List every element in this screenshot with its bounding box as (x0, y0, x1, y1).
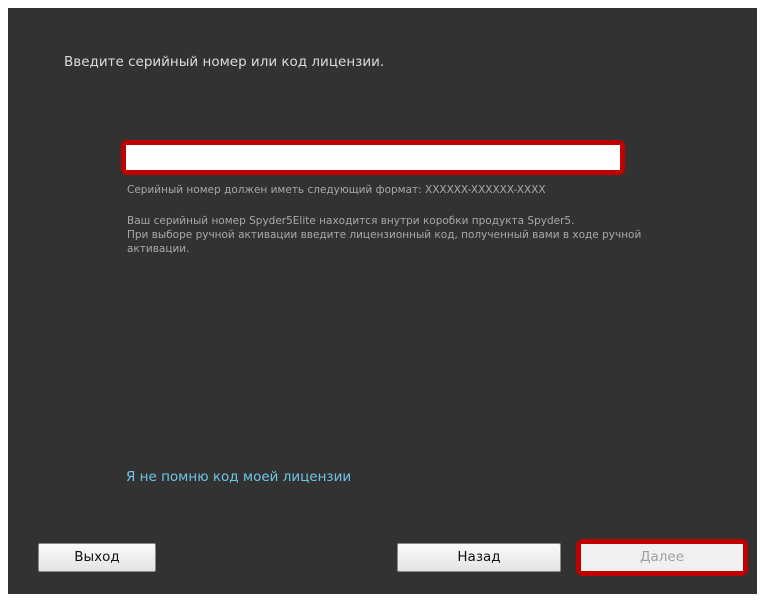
next-button[interactable]: Далее (581, 544, 743, 571)
back-button[interactable]: Назад (397, 543, 561, 572)
serial-number-input[interactable] (126, 145, 620, 170)
next-button-highlight: Далее (576, 539, 748, 576)
serial-format-hint: Серийный номер должен иметь следующий фо… (127, 184, 546, 196)
license-dialog: Введите серийный номер или код лицензии.… (8, 8, 757, 594)
exit-button[interactable]: Выход (38, 543, 156, 572)
page-title: Введите серийный номер или код лицензии. (64, 54, 385, 70)
forgot-license-link[interactable]: Я не помню код моей лицензии (126, 469, 351, 485)
manual-activation-text: При выборе ручной активации введите лице… (127, 229, 642, 255)
serial-input-highlight (121, 140, 625, 175)
serial-info-text: Ваш серийный номер Spyder5Elite находитс… (127, 214, 707, 256)
serial-location-text: Ваш серийный номер Spyder5Elite находитс… (127, 215, 575, 227)
